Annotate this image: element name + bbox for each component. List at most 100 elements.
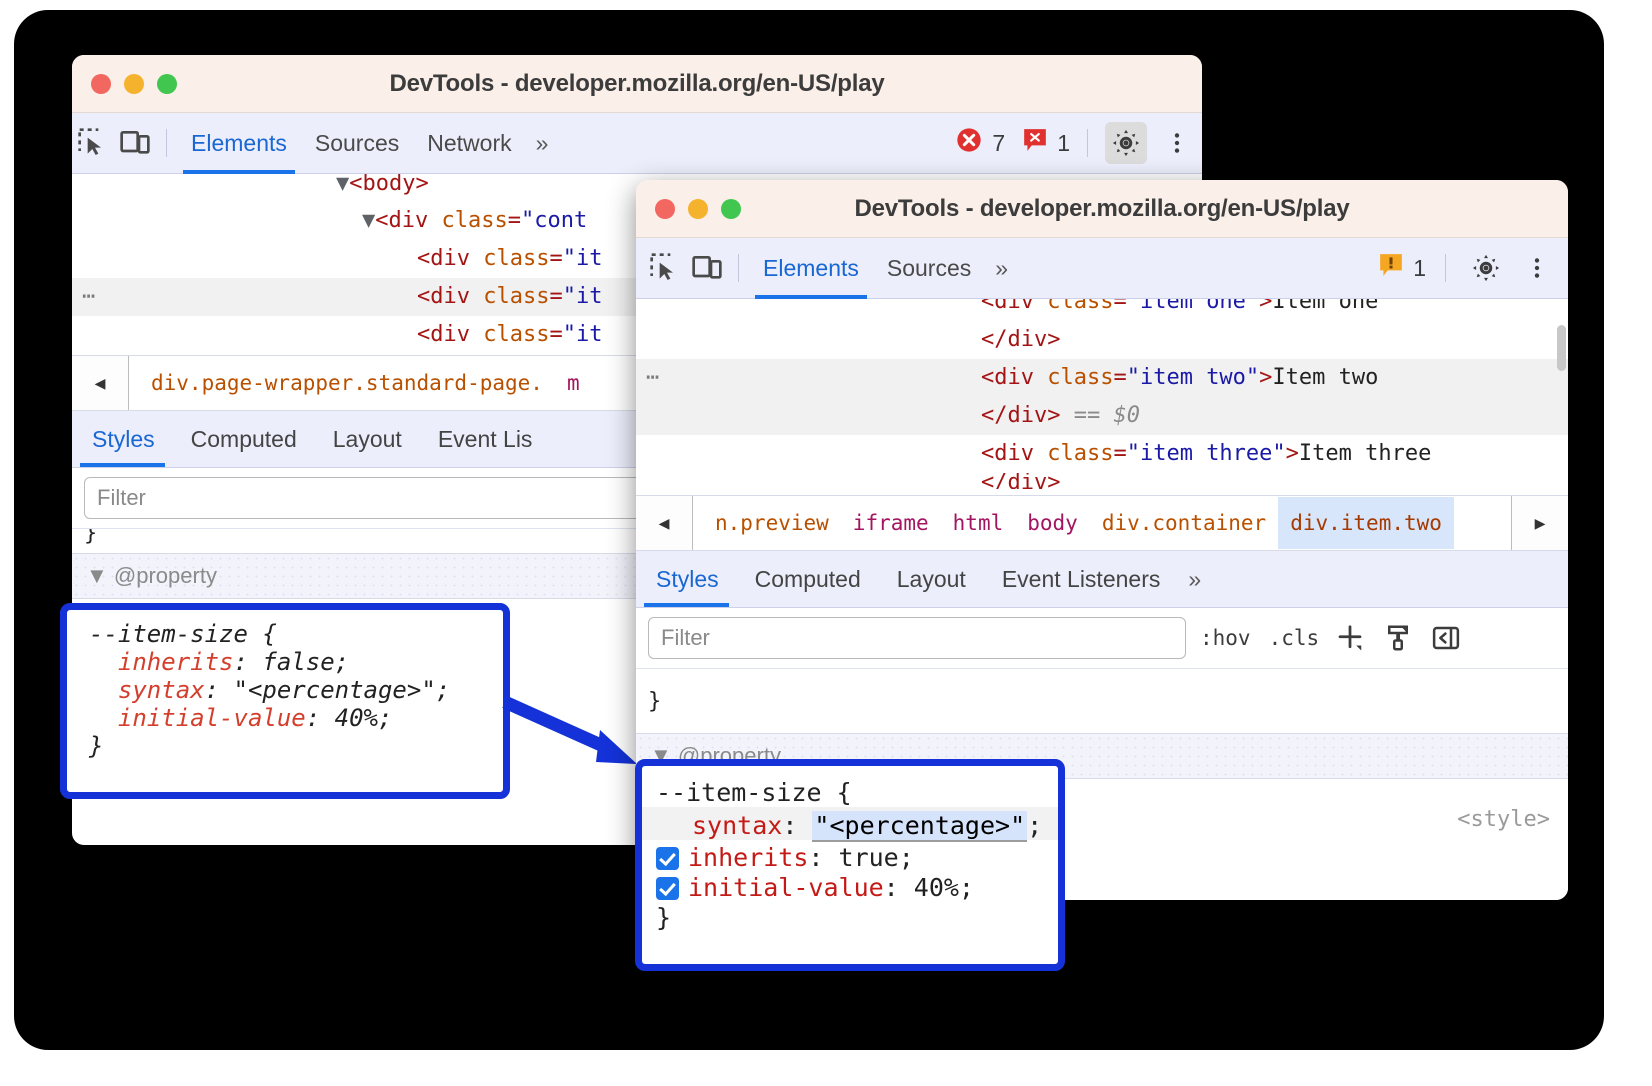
tab-layout[interactable]: Layout — [879, 551, 984, 607]
breadcrumb-item[interactable]: body — [1015, 497, 1090, 549]
dom-row[interactable]: </div> — [636, 321, 1568, 359]
tab-elements[interactable]: Elements — [177, 113, 301, 173]
tab-event-listeners[interactable]: Event Listeners — [984, 551, 1179, 607]
callout-line: --item-size { — [67, 610, 503, 648]
callout-line: } — [642, 902, 1058, 932]
dom-overflow-ellipsis[interactable]: ⋯ — [646, 359, 660, 397]
issue-count: 1 — [1413, 255, 1426, 282]
tab-sources[interactable]: Sources — [873, 238, 985, 298]
console-error-icon[interactable] — [1022, 127, 1048, 159]
toolbar-divider — [738, 254, 739, 282]
paintbrush-icon[interactable] — [1381, 621, 1415, 655]
front-sidebar-tabs[interactable]: Styles Computed Layout Event Listeners » — [636, 551, 1568, 608]
syntax-value-editable[interactable]: "<percentage>" — [812, 811, 1027, 842]
breadcrumb-back-button[interactable]: ◀ — [636, 496, 693, 550]
close-button[interactable] — [91, 74, 111, 94]
tab-styles[interactable]: Styles — [72, 411, 173, 467]
breadcrumb-item[interactable]: div.page-wrapper.standard-page. — [139, 357, 555, 409]
more-sidebar-tabs-icon[interactable]: » — [1178, 566, 1208, 593]
front-devtools-toolbar[interactable]: Elements Sources » 1 — [636, 238, 1568, 299]
expand-triangle-icon[interactable]: ▼ — [336, 174, 349, 196]
more-tabs-icon[interactable]: » — [985, 255, 1015, 282]
more-tabs-icon[interactable]: » — [526, 130, 556, 157]
back-devtools-toolbar[interactable]: Elements Sources Network » 7 — [72, 113, 1202, 174]
callout-line: inherits: false; — [67, 648, 503, 676]
back-status-badges[interactable]: 7 1 — [955, 122, 1202, 164]
inspect-cursor-icon[interactable] — [644, 247, 686, 289]
maximize-button[interactable] — [157, 74, 177, 94]
dom-tree-scrollbar[interactable] — [1557, 325, 1566, 371]
front-dom-tree[interactable]: <div class="item one">Item one </div> ⋯ … — [636, 299, 1568, 495]
back-window-title: DevTools - developer.mozilla.org/en-US/p… — [72, 70, 1202, 98]
tab-sources[interactable]: Sources — [301, 113, 413, 173]
front-status-badges[interactable]: 1 — [1378, 247, 1568, 289]
plus-new-style-rule-icon[interactable] — [1333, 621, 1367, 655]
tab-computed[interactable]: Computed — [737, 551, 879, 607]
back-window-titlebar[interactable]: DevTools - developer.mozilla.org/en-US/p… — [72, 55, 1202, 113]
dom-overflow-ellipsis[interactable]: ⋯ — [82, 278, 96, 316]
callout-line[interactable]: syntax: "<percentage>"; — [642, 807, 1058, 840]
gear-icon[interactable] — [1465, 247, 1507, 289]
breadcrumb-forward-button[interactable]: ▶ — [1511, 496, 1568, 550]
inherits-checkbox[interactable] — [656, 847, 679, 870]
rule-truncated-line — [636, 669, 1568, 683]
minimize-button[interactable] — [124, 74, 144, 94]
tab-elements[interactable]: Elements — [749, 238, 873, 298]
kebab-menu-icon[interactable] — [1156, 122, 1198, 164]
breadcrumb-item-current[interactable]: div.item.two — [1278, 497, 1454, 549]
breadcrumb-item[interactable]: m — [555, 357, 592, 409]
minimize-button[interactable] — [688, 199, 708, 219]
error-icon[interactable] — [955, 126, 983, 160]
kebab-menu-icon[interactable] — [1516, 247, 1558, 289]
breadcrumb-item[interactable]: div.container — [1090, 497, 1278, 549]
callout-line: } — [67, 732, 503, 760]
front-callout-box: --item-size { syntax: "<percentage>"; in… — [635, 759, 1065, 971]
dom-row[interactable]: ⋯ <div class="item two">Item two — [636, 359, 1568, 397]
maximize-button[interactable] — [721, 199, 741, 219]
callout-line: syntax: "<percentage>"; — [67, 676, 503, 704]
dom-row[interactable]: </div> — [636, 473, 1568, 489]
device-toolbar-icon[interactable] — [686, 247, 728, 289]
front-traffic-lights[interactable] — [655, 199, 741, 219]
breadcrumb-back-button[interactable]: ◀ — [72, 356, 129, 410]
breadcrumb-item[interactable]: html — [941, 497, 1016, 549]
back-callout-box: --item-size { inherits: false; syntax: "… — [60, 603, 510, 799]
hov-button[interactable]: :hov — [1200, 626, 1251, 650]
tab-computed[interactable]: Computed — [173, 411, 315, 467]
back-traffic-lights[interactable] — [91, 74, 177, 94]
front-window-title: DevTools - developer.mozilla.org/en-US/p… — [636, 195, 1568, 223]
breadcrumb-items[interactable]: n.preview iframe html body div.container… — [693, 496, 1511, 550]
error-count: 7 — [992, 130, 1005, 157]
gear-icon[interactable] — [1105, 122, 1147, 164]
breadcrumb-item[interactable]: iframe — [841, 497, 941, 549]
console-error-count: 1 — [1057, 130, 1070, 157]
dom-row[interactable]: <div class="item three">Item three — [636, 435, 1568, 473]
tab-styles[interactable]: Styles — [636, 551, 737, 607]
sidebar-toggle-icon[interactable] — [1429, 621, 1463, 655]
style-source-link[interactable]: <style> — [1457, 807, 1550, 832]
tab-event-listeners[interactable]: Event Lis — [420, 411, 551, 467]
dom-row[interactable]: </div> == $0 — [636, 397, 1568, 435]
breadcrumb-item[interactable]: n.preview — [703, 497, 841, 549]
expand-triangle-icon[interactable]: ▼ — [362, 208, 375, 233]
front-window-titlebar[interactable]: DevTools - developer.mozilla.org/en-US/p… — [636, 180, 1568, 238]
callout-line: initial-value: 40%; — [67, 704, 503, 732]
tab-network[interactable]: Network — [413, 113, 525, 173]
screenshot-root: DevTools - developer.mozilla.org/en-US/p… — [0, 0, 1652, 1086]
close-button[interactable] — [655, 199, 675, 219]
tab-layout[interactable]: Layout — [315, 411, 420, 467]
issues-warning-icon[interactable] — [1378, 252, 1404, 284]
inspect-cursor-icon[interactable] — [72, 122, 114, 164]
cls-button[interactable]: .cls — [1269, 626, 1320, 650]
callout-line: --item-size { — [642, 766, 1058, 807]
filter-input[interactable]: Filter — [648, 617, 1186, 659]
front-styles-filter-row[interactable]: Filter :hov .cls — [636, 608, 1568, 669]
section-collapse-triangle-icon[interactable]: ▼ — [86, 563, 108, 588]
toolbar-divider — [166, 129, 167, 157]
front-breadcrumb[interactable]: ◀ n.preview iframe html body div.contain… — [636, 495, 1568, 551]
dom-row[interactable]: <div class="item one">Item one — [636, 299, 1568, 321]
initial-value-checkbox[interactable] — [656, 877, 679, 900]
callout-line: initial-value: 40%; — [642, 872, 1058, 902]
section-title: @property — [114, 563, 217, 588]
device-toolbar-icon[interactable] — [114, 122, 156, 164]
